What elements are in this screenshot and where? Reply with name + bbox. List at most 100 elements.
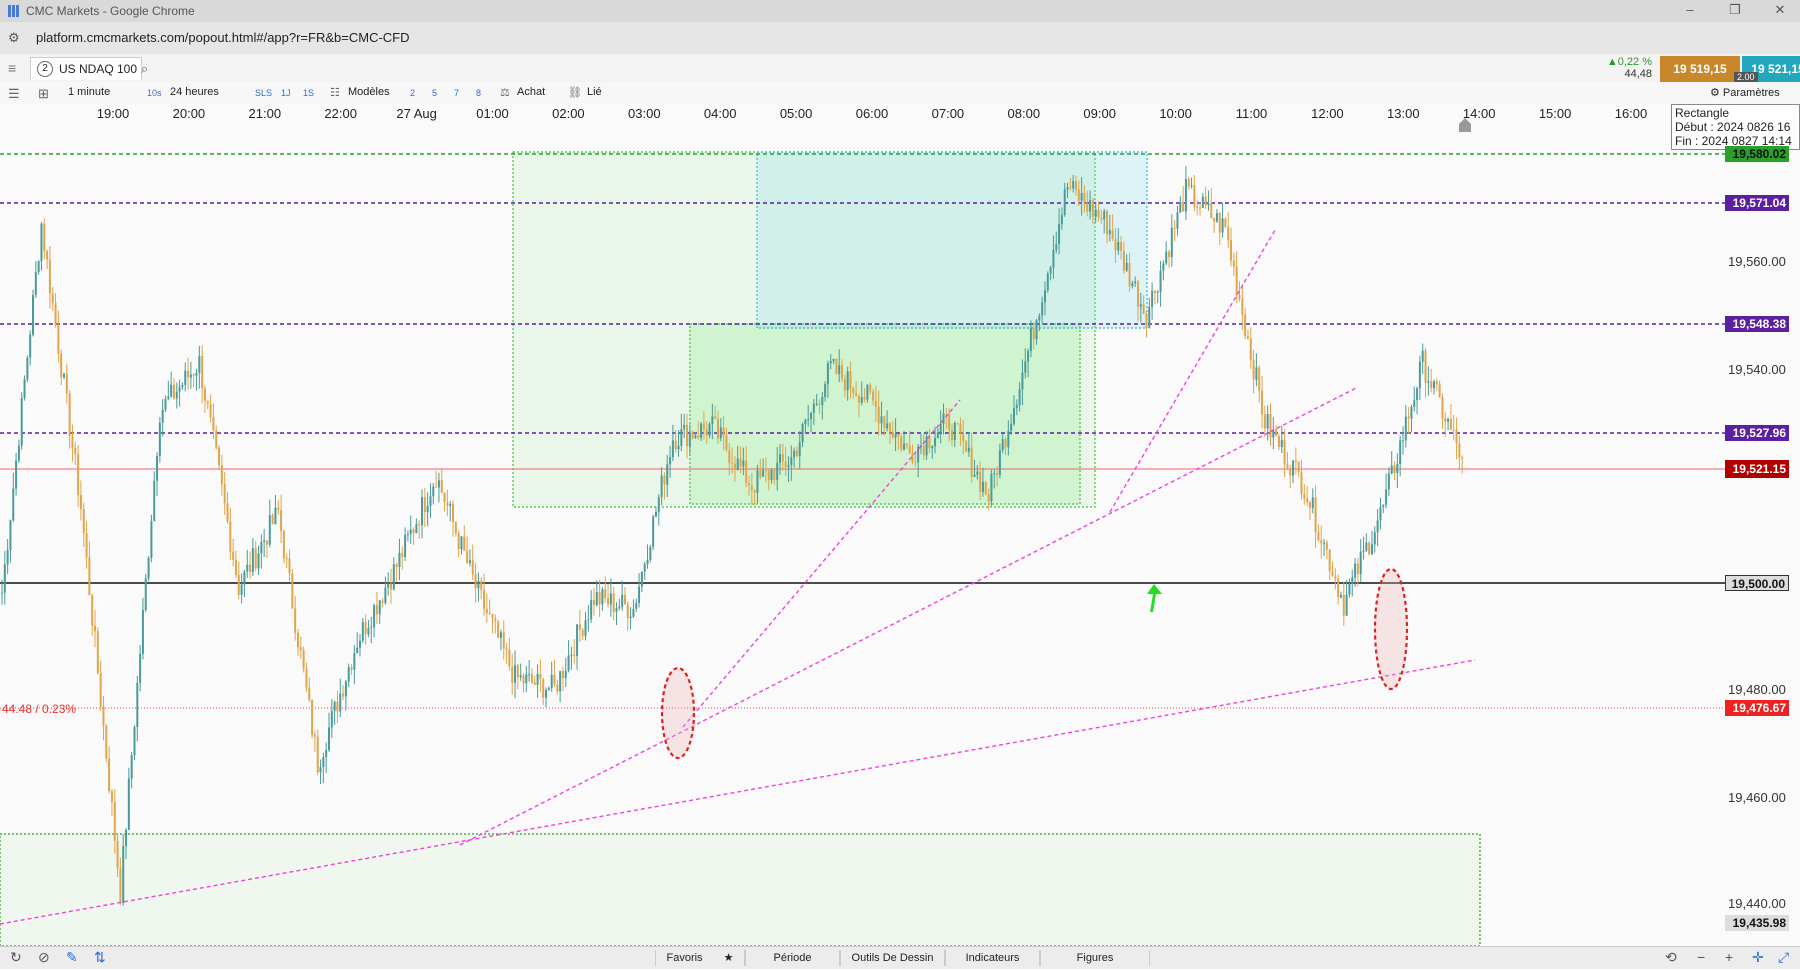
candle-body	[680, 429, 683, 446]
models-button[interactable]: Modèles	[348, 86, 390, 98]
candle-body	[939, 423, 942, 433]
candle-body	[119, 868, 122, 904]
candle-body	[917, 446, 920, 463]
candle-body	[1190, 185, 1193, 187]
interval-select[interactable]: 1 minute	[68, 86, 110, 98]
candle-body	[976, 471, 979, 475]
candle-body	[1049, 267, 1052, 274]
range-1s-button[interactable]: 1S	[303, 88, 314, 98]
candle-body	[375, 605, 378, 615]
candle-body	[1100, 217, 1103, 220]
range-select[interactable]: 24 heures	[170, 86, 219, 98]
minimize-button[interactable]: –	[1670, 2, 1710, 17]
candle-body	[838, 365, 841, 374]
candle-body	[962, 433, 965, 442]
fit-icon[interactable]: ⤢	[1778, 949, 1789, 966]
candle-body	[748, 483, 751, 486]
buy-button[interactable]: Achat	[517, 86, 545, 98]
candle-body	[102, 706, 105, 726]
candle-body	[660, 475, 663, 498]
auto-scale-icon[interactable]: ⟲	[1665, 949, 1677, 966]
candle-body	[172, 384, 175, 399]
restore-button[interactable]: ❐	[1715, 2, 1755, 18]
candle-body	[685, 424, 688, 447]
link-button[interactable]: Lié	[587, 86, 602, 98]
crosshair-icon[interactable]: ✛	[1752, 949, 1764, 966]
interval-10s-button[interactable]: 10s	[147, 88, 162, 98]
candle-body	[1077, 189, 1080, 201]
candle-body	[460, 536, 463, 550]
candle-body	[607, 598, 610, 605]
move-icon[interactable]: ⇅	[94, 949, 106, 966]
model-8-button[interactable]: 8	[476, 88, 481, 98]
candle-body	[716, 418, 719, 439]
zoom-in-icon[interactable]: +	[1725, 949, 1733, 965]
candle-body	[1444, 418, 1447, 422]
candle-body	[1204, 196, 1207, 206]
candle-body	[1438, 384, 1441, 397]
models-icon: ☷	[330, 87, 340, 99]
candle-body	[1213, 217, 1216, 222]
figures-button[interactable]: Figures	[1040, 950, 1150, 966]
url-text[interactable]: platform.cmcmarkets.com/popout.html#/app…	[36, 30, 410, 45]
settings-button[interactable]: ⚙ Paramètres	[1710, 86, 1780, 99]
candle-body	[919, 445, 922, 447]
candle-body	[1114, 238, 1117, 251]
favorites-button[interactable]: Favoris ★	[655, 950, 745, 966]
model-7-button[interactable]: 7	[454, 88, 459, 98]
candle-body	[483, 589, 486, 609]
y-tick: 19,440.00	[1728, 896, 1786, 911]
address-bar[interactable]: ⚙ platform.cmcmarkets.com/popout.html#/a…	[0, 22, 1800, 54]
candle-body	[423, 497, 426, 512]
sell-price-button[interactable]: 19 519,15	[1660, 56, 1740, 82]
refresh-icon[interactable]: ↻	[10, 949, 22, 966]
candle-body	[330, 710, 333, 728]
indicators-button[interactable]: Indicateurs	[945, 950, 1040, 966]
candle-body	[533, 682, 536, 685]
candle-body	[218, 447, 221, 466]
y-tick: 19,460.00	[1728, 790, 1786, 805]
site-info-icon[interactable]: ⚙	[8, 30, 20, 46]
range-1j-button[interactable]: 1J	[281, 88, 291, 98]
chart-toolbar: ☰ ⊞ 1 minute 10s 24 heures SLS 1J 1S ☷ M…	[0, 82, 1800, 105]
period-button[interactable]: Période	[745, 950, 840, 966]
model-2-button[interactable]: 2	[410, 88, 415, 98]
candle-body	[1108, 230, 1111, 235]
candle-body	[1249, 338, 1252, 360]
candle-body	[1269, 413, 1272, 438]
candle-body	[702, 423, 705, 430]
zoom-out-icon[interactable]: −	[1697, 949, 1705, 965]
candle-body	[652, 516, 655, 547]
search-icon[interactable]: ⌕	[141, 61, 148, 77]
candle-body	[508, 649, 511, 667]
candle-body	[167, 396, 170, 399]
candle-body	[1455, 429, 1458, 444]
candle-body	[728, 450, 731, 464]
x-axis-label: 20:00	[172, 106, 206, 121]
candle-body	[288, 558, 291, 574]
instrument-tab[interactable]: 2 US NDAQ 100 ⌕	[30, 57, 148, 80]
price-label-19548: 19,548.38	[1725, 316, 1789, 332]
candle-body	[914, 462, 917, 464]
candle-body	[894, 433, 897, 438]
candle-body	[299, 647, 302, 651]
candle-body	[807, 419, 810, 421]
model-5-button[interactable]: 5	[432, 88, 437, 98]
candle-body	[1170, 227, 1173, 258]
candle-body	[1351, 577, 1354, 584]
pencil-icon[interactable]: ✎	[66, 949, 78, 966]
candle-body	[863, 397, 866, 400]
list-icon[interactable]: ☰	[8, 86, 20, 102]
candle-body	[1151, 290, 1154, 308]
price-chart[interactable]	[0, 0, 1800, 968]
current-price-label: 19,521.15	[1725, 460, 1789, 478]
candle-body	[1060, 214, 1063, 225]
cancel-icon[interactable]: ⊘	[38, 949, 50, 966]
layout-icon[interactable]: ⊞	[38, 86, 49, 102]
candle-body	[457, 533, 460, 550]
candle-body	[846, 371, 849, 391]
drawing-tools-button[interactable]: Outils De Dessin	[840, 950, 945, 966]
range-sls-button[interactable]: SLS	[255, 88, 272, 98]
close-button[interactable]: ✕	[1760, 2, 1800, 18]
menu-icon[interactable]: ≡	[8, 60, 16, 76]
